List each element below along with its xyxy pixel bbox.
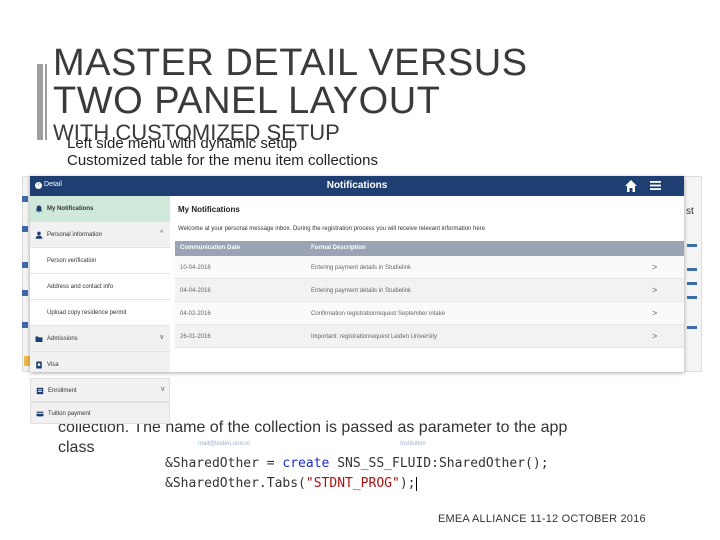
background-marker bbox=[22, 262, 28, 268]
panel-title: My Notifications bbox=[178, 205, 240, 214]
background-marker bbox=[687, 326, 697, 329]
background-marker bbox=[687, 282, 697, 285]
column-header-date: Communication Date bbox=[180, 245, 241, 251]
app-header-title: Notifications bbox=[326, 180, 388, 191]
table-row[interactable]: 04-04-2016 Entering payment details in S… bbox=[175, 279, 684, 302]
cell-date: 10-04-2016 bbox=[180, 265, 211, 271]
chevron-right-icon[interactable]: > bbox=[652, 285, 657, 295]
code-token: ); bbox=[399, 476, 416, 491]
sidebar-item-label: Personal information bbox=[47, 232, 103, 238]
code-token: &SharedOther bbox=[165, 456, 259, 471]
sidebar-item-person-verification[interactable]: Person verification bbox=[30, 248, 170, 274]
background-marker bbox=[22, 226, 28, 232]
background-marker bbox=[22, 196, 28, 202]
cell-date: 04-04-2016 bbox=[180, 288, 211, 294]
folder-icon bbox=[35, 336, 43, 342]
slide-title-line-2: TWO PANEL LAYOUT bbox=[53, 80, 441, 122]
body-text-line: class bbox=[58, 439, 95, 456]
code-line-2: &SharedOther.Tabs("STDNT_PROG"); bbox=[165, 476, 418, 491]
payment-icon bbox=[36, 411, 44, 417]
chevron-down-icon[interactable]: v bbox=[160, 334, 164, 341]
background-marker bbox=[687, 244, 697, 247]
table-row[interactable]: 26-01-2016 Important: registrationreques… bbox=[175, 325, 684, 348]
faint-institution-text: Institution bbox=[400, 441, 426, 447]
table-row[interactable]: 10-04-2016 Entering payment details in S… bbox=[175, 256, 684, 279]
background-marker bbox=[687, 296, 697, 299]
background-marker bbox=[22, 290, 28, 296]
cell-date: 26-01-2016 bbox=[180, 334, 211, 340]
code-token: &SharedOther.Tabs( bbox=[165, 476, 306, 491]
table-header: Communication Date Formal Description bbox=[175, 241, 684, 256]
welcome-message: Welcome at your personal message inbox. … bbox=[178, 226, 486, 232]
code-line-1: &SharedOther = create SNS_SS_FLUID:Share… bbox=[165, 456, 549, 471]
sidebar-item-label: Tuition payment bbox=[48, 411, 91, 417]
sidebar-item-upload-residence-permit[interactable]: Upload copy residence permit bbox=[30, 300, 170, 326]
chevron-right-icon[interactable]: > bbox=[652, 262, 657, 272]
background-marker bbox=[22, 322, 28, 328]
cell-description: Confirmation registrationrequest Septemb… bbox=[311, 311, 446, 317]
text-cursor bbox=[416, 476, 418, 491]
person-icon bbox=[35, 231, 43, 239]
enrollment-icon bbox=[36, 387, 44, 395]
hamburger-menu-icon[interactable] bbox=[650, 180, 661, 191]
code-snippet-card: mail@leiden.univ.nl Institution bbox=[138, 437, 618, 455]
sidebar-item-tuition-payment[interactable]: Tuition payment bbox=[30, 402, 170, 424]
faint-email-text: mail@leiden.univ.nl bbox=[198, 441, 250, 447]
chevron-right-icon[interactable]: > bbox=[652, 308, 657, 318]
chevron-down-icon[interactable]: v bbox=[161, 386, 165, 393]
sidebar-item-enrollment[interactable]: Enrollment v bbox=[30, 378, 170, 402]
background-partial-label: st bbox=[686, 206, 694, 217]
code-keyword: create bbox=[282, 456, 330, 471]
bullet-item: Customized table for the menu item colle… bbox=[67, 152, 378, 169]
sidebar-item-label: Person verification bbox=[47, 258, 97, 264]
sidebar-item-label: Enrollment bbox=[48, 388, 77, 394]
cell-description: Entering payment details in Studielink bbox=[311, 265, 412, 271]
code-token: SNS_SS_FLUID:SharedOther(); bbox=[329, 456, 549, 471]
notifications-panel: My Notifications Welcome at your persona… bbox=[171, 196, 684, 372]
sidebar-item-label: My Notifications bbox=[47, 206, 94, 212]
column-header-description: Formal Description bbox=[311, 245, 366, 251]
cell-description: Important: registrationrequest Leiden Un… bbox=[311, 334, 438, 340]
table-row[interactable]: 04-02-2016 Confirmation registrationrequ… bbox=[175, 302, 684, 325]
notifications-table-body: 10-04-2016 Entering payment details in S… bbox=[171, 256, 684, 372]
sidebar-item-label: Upload copy residence permit bbox=[47, 310, 127, 316]
code-string: "STDNT_PROG" bbox=[305, 476, 400, 491]
chevron-up-icon[interactable]: ^ bbox=[160, 230, 163, 237]
sidebar-item-label: Admissions bbox=[47, 336, 78, 342]
chevron-right-icon[interactable]: > bbox=[652, 331, 657, 341]
cell-description: Entering payment details in Studielink bbox=[311, 288, 412, 294]
sidebar-item-address-contact-info[interactable]: Address and contact info bbox=[30, 274, 170, 300]
sidebar-item-my-notifications[interactable]: My Notifications bbox=[30, 196, 170, 222]
sidebar-item-label: Address and contact info bbox=[47, 284, 114, 290]
background-marker bbox=[687, 268, 697, 271]
sidebar-item-personal-information[interactable]: Personal information ^ bbox=[30, 222, 170, 248]
app-screenshot: ‹ Detail Notifications My Notifications P… bbox=[30, 176, 684, 372]
slide-footer: EMEA ALLIANCE 11-12 OCTOBER 2016 bbox=[438, 513, 646, 525]
app-header: ‹ Detail Notifications bbox=[30, 176, 684, 196]
code-token: = bbox=[258, 456, 283, 471]
bullet-item: Left side menu with dynamic setup bbox=[67, 135, 298, 152]
slide-title: MASTER DETAIL VERSUS TWO PANEL LAYOUT bbox=[53, 44, 528, 120]
bell-icon bbox=[35, 205, 43, 213]
cell-date: 04-02-2016 bbox=[180, 311, 211, 317]
slide-title-line-1: MASTER DETAIL VERSUS bbox=[53, 42, 528, 84]
title-accent-bar bbox=[37, 64, 47, 140]
home-icon[interactable] bbox=[624, 179, 638, 193]
